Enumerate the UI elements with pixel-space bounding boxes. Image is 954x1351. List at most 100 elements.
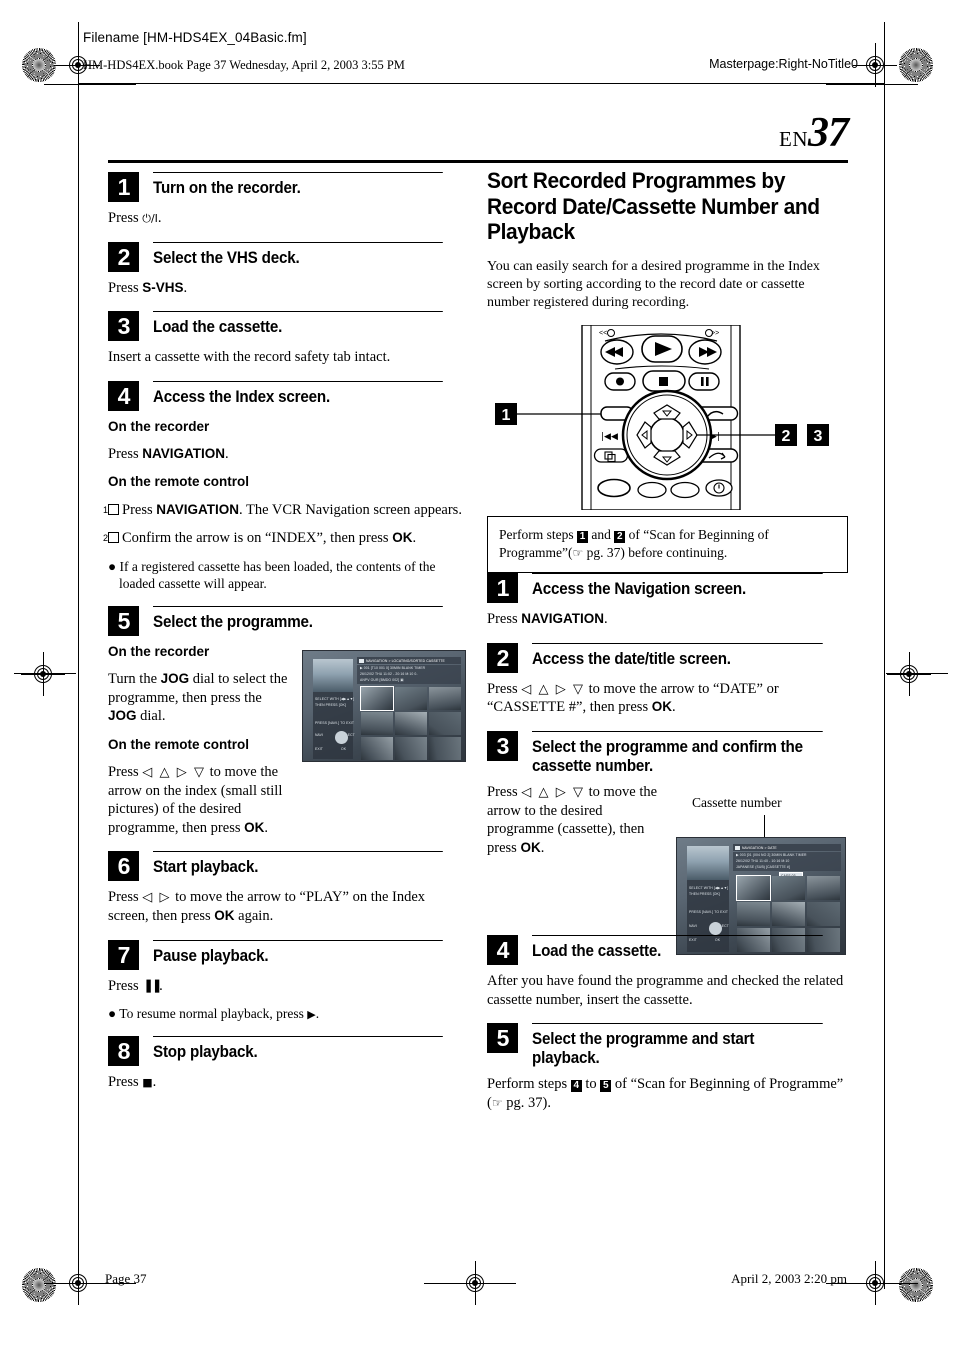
body-text: pg. 37). xyxy=(502,1094,551,1111)
emphasis-text: OK xyxy=(392,530,413,546)
body-text: . xyxy=(159,977,163,994)
step-number-badge: 2 xyxy=(487,642,518,673)
step-body: Press ▐▐. ● To resume normal playback, pr… xyxy=(108,977,468,1023)
step-title: Load the cassette. xyxy=(153,311,443,337)
remote-control-illustration: << >> |◀◀ ▶▶| xyxy=(495,324,829,512)
book-info-label: HM-HDS4EX.book Page 37 Wednesday, April … xyxy=(83,58,405,72)
step-header: 1 Access the Navigation screen. xyxy=(487,573,848,604)
paragraph: Press ◁ △ ▷ ▽ to move the arrow to the d… xyxy=(487,783,667,857)
step-body: Press ◁ ▷ to move the arrow to “PLAY” on… xyxy=(108,888,468,925)
emphasis-text: OK xyxy=(244,819,265,835)
trim-rule-left-mid-horizontal xyxy=(14,673,76,674)
trim-rule-top-right-short xyxy=(826,84,918,85)
right-steps-container: 1 Access the Navigation screen. Press NAVI… xyxy=(487,573,848,1112)
remote-control-diagram: << >> |◀◀ ▶▶| xyxy=(487,324,848,512)
paragraph: After you have found the programme and c… xyxy=(487,972,848,1009)
tv-side-label: THEN PRESS [OK] xyxy=(315,703,346,708)
control-symbol-glyph: ▶ xyxy=(307,1008,316,1022)
registration-mark-right-middle xyxy=(887,652,931,696)
body-text: Press xyxy=(122,501,157,518)
tv-title-bar-text: NAVIGATION > LOCATING/SORTED CASSETTE xyxy=(366,658,445,663)
numbered-item: 2 Confirm the arrow is on “INDEX”, then p… xyxy=(103,529,468,548)
step-title: Select the programme. xyxy=(153,606,443,632)
sub-heading: On the recorder xyxy=(108,644,210,660)
tv-title-bar-icon xyxy=(735,845,740,850)
paragraph: Press S-VHS. xyxy=(108,279,468,298)
step-number-badge: 4 xyxy=(108,380,139,411)
tv-thumbnail[interactable] xyxy=(737,902,770,927)
tv-info-line-3: ANPV OUR [BMDO 002] ▣ xyxy=(360,678,404,683)
step-title: Start playback. xyxy=(153,851,443,877)
paragraph: Press NAVIGATION. xyxy=(108,445,468,464)
tv-title-bar-text: NAVIGATION > DATE xyxy=(742,845,777,850)
emphasis-text: S-VHS xyxy=(142,279,184,295)
step-body: Press ◁ △ ▷ ▽ to move the arrow to “DATE… xyxy=(487,680,848,717)
body-text: Press xyxy=(108,977,143,994)
tv-preview-picture xyxy=(313,659,353,693)
step-body: Perform steps 4 to 5 of “Scan for Beginn… xyxy=(487,1075,848,1112)
tv-thumbnail[interactable] xyxy=(429,737,461,761)
step-header: 2 Select the VHS deck. xyxy=(108,241,468,272)
tv-thumbnail[interactable] xyxy=(772,902,805,927)
step-number-badge: 6 xyxy=(108,851,139,882)
paragraph: Press ▐▐. xyxy=(108,977,468,996)
body-text: . xyxy=(671,699,676,716)
body-text: . xyxy=(540,839,545,856)
record-icon xyxy=(616,377,624,386)
tv-thumbnail[interactable] xyxy=(395,712,427,736)
paragraph: Press ⏻/I. xyxy=(108,209,468,228)
tv-bottom-label: EXIT xyxy=(315,747,323,752)
inline-step-number: 4 xyxy=(570,1080,582,1093)
tv-bottom-label: NAVI xyxy=(689,924,698,929)
step-header: 6 Start playback. xyxy=(108,851,468,882)
tv-info-line-2: 26/12/02 THU 11:02 - 20:16 M:10 0- xyxy=(360,672,418,677)
tv-thumbnail[interactable] xyxy=(361,737,393,761)
footer-date-label: April 2, 2003 2:20 pm xyxy=(731,1271,847,1286)
step-number-badge: 5 xyxy=(108,606,139,637)
tv-info-line-2: 26/12/02 THU 11:40 - 10:16 M:10 xyxy=(736,859,790,864)
registration-mark-left-middle xyxy=(21,652,65,696)
body-text: Confirm the arrow is on “INDEX”, then pr… xyxy=(122,530,393,547)
right-column: Sort Recorded Programmes by Record Date/… xyxy=(487,168,848,1112)
cassette-number-callout-label: Cassette number xyxy=(692,795,782,811)
tv-index-screen: SELECT WITH [◀▶▲▼] THEN PRESS [OK] PRESS [… xyxy=(302,650,466,763)
step-8: 8 Stop playback. Press ■. xyxy=(108,1036,468,1092)
body-text: Press xyxy=(108,210,143,226)
step-body: Insert a cassette with the record safety… xyxy=(108,348,468,367)
tv-thumbnail[interactable] xyxy=(807,876,840,901)
body-text: . xyxy=(315,1006,320,1022)
trim-rule-top-left-short xyxy=(44,84,136,85)
bullet-item: ● If a registered cassette has been load… xyxy=(108,558,436,591)
pause-icon xyxy=(701,377,704,387)
direction-arrows-glyph: ◁ ▷ xyxy=(142,889,172,905)
tv-thumbnail[interactable] xyxy=(807,902,840,927)
tv-info-line-1: ▶ 001 [T10 001 0] 30MIN BLANK TIMER xyxy=(360,666,426,671)
tv-thumbnail[interactable] xyxy=(361,712,393,736)
tv-thumbnail[interactable] xyxy=(772,876,805,901)
body-text: To resume normal playback, press xyxy=(119,1006,308,1022)
body-text: dial. xyxy=(136,708,166,725)
body-text: . xyxy=(152,1074,157,1091)
masterpage-label: Masterpage:Right-NoTitle0 xyxy=(709,57,858,71)
numbered-item: 1 Press NAVIGATION. The VCR Navigation sc… xyxy=(103,501,468,520)
step-title: Select the VHS deck. xyxy=(153,241,443,268)
body-text: to xyxy=(581,1076,601,1093)
tv-thumbnail[interactable] xyxy=(429,712,461,736)
step-header: 1 Turn on the recorder. xyxy=(108,172,468,202)
tv-side-label: PRESS [NAVI.] TO EXIT xyxy=(315,721,355,726)
tv-thumbnail[interactable] xyxy=(395,737,427,761)
body-text: Press xyxy=(487,680,522,697)
tv-thumbnail[interactable] xyxy=(429,687,461,711)
trim-rule-right-edge xyxy=(884,84,885,1289)
emphasis-text: OK xyxy=(214,908,235,923)
step-body: Press ◁ △ ▷ ▽ to move the arrow to the d… xyxy=(487,783,667,857)
body-text: Press xyxy=(108,889,143,906)
tv-thumbnail[interactable] xyxy=(395,687,427,711)
tv-side-label: SELECT WITH [◀▶▲▼] xyxy=(689,886,729,891)
svg-text:1: 1 xyxy=(502,407,511,424)
step-4: 4 Access the Index screen. On the recorder… xyxy=(103,380,468,592)
inline-step-number: 2 xyxy=(614,531,626,544)
inline-step-number: 5 xyxy=(600,1080,612,1093)
halftone-mark-top-left xyxy=(22,48,56,82)
paragraph: Press ◁ ▷ to move the arrow to “PLAY” on… xyxy=(108,888,468,925)
